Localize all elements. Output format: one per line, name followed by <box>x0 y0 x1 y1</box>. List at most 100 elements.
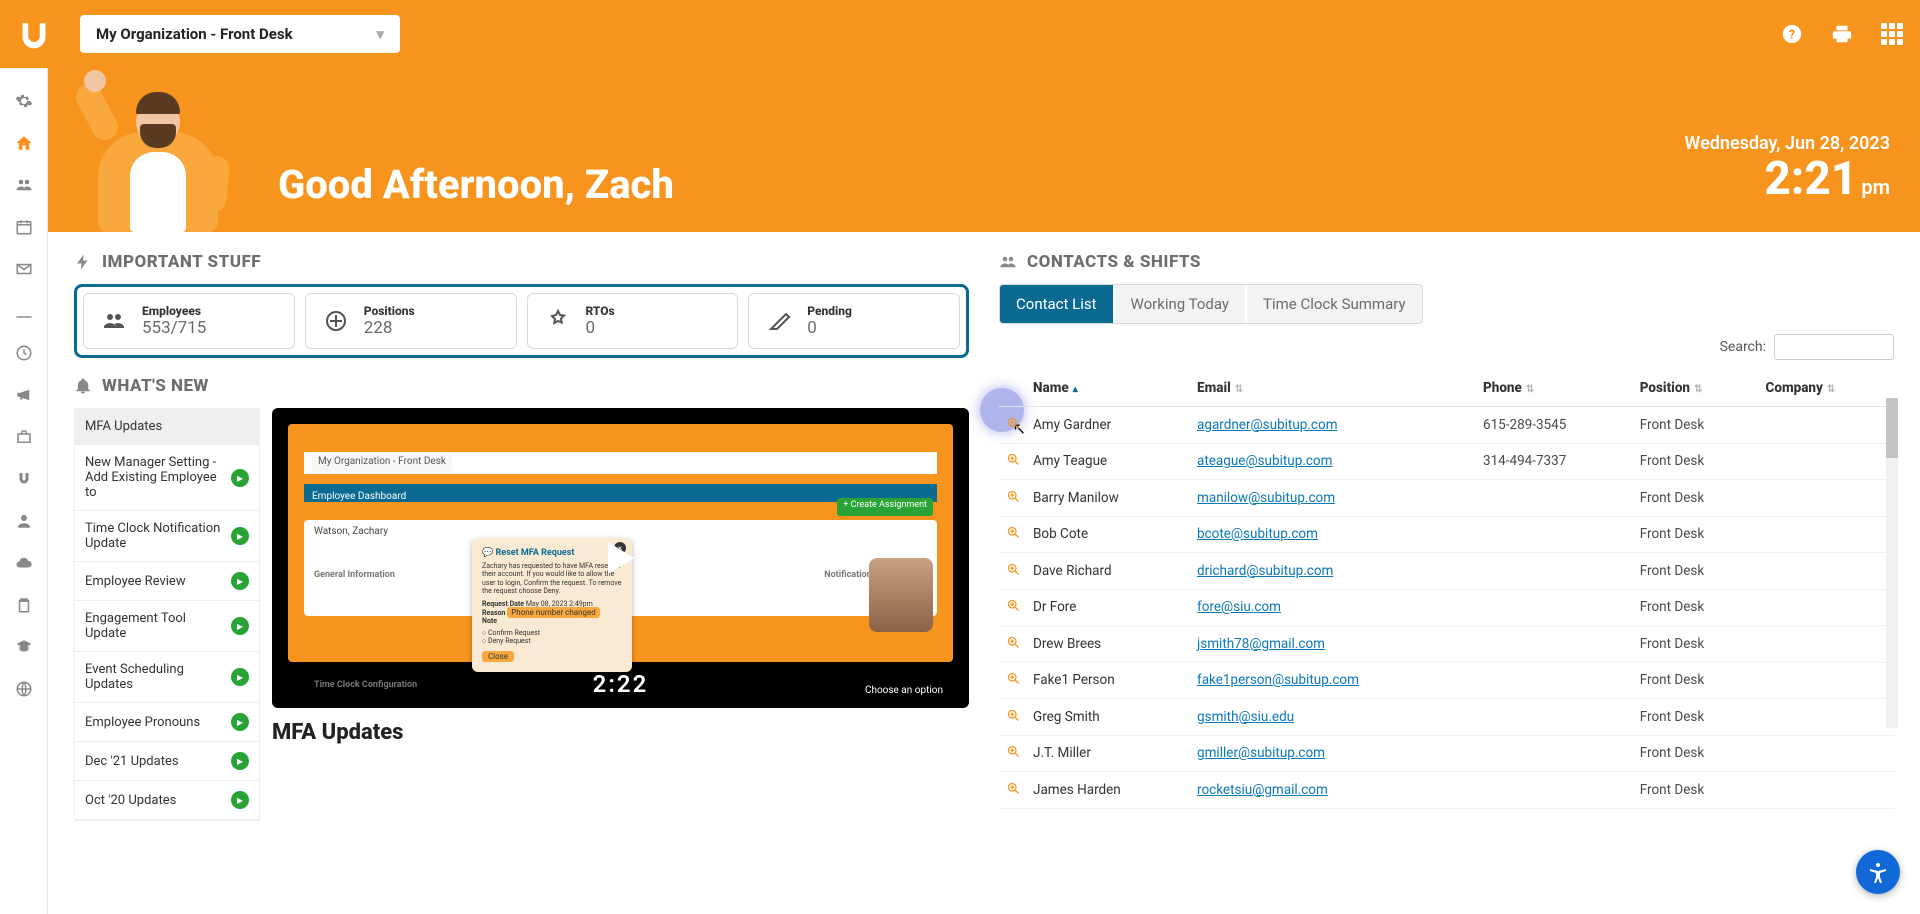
col-company[interactable]: Company⇅ <box>1759 370 1894 407</box>
contacts-table: Name▴ Email⇅ Phone⇅ Position⇅ Company⇅ A… <box>999 370 1894 809</box>
nav-mail[interactable] <box>0 248 47 290</box>
cell-email: gmiller@subitup.com <box>1191 735 1477 772</box>
email-link[interactable]: gsmith@siu.edu <box>1197 709 1294 725</box>
email-link[interactable]: ateague@subitup.com <box>1197 453 1332 469</box>
nav-settings[interactable] <box>0 80 47 122</box>
table-row: Fake1 Person fake1person@subitup.com Fro… <box>999 662 1894 699</box>
whatsnew-item[interactable]: Dec '21 Updates▸ <box>75 742 259 781</box>
apps-icon[interactable] <box>1880 22 1904 46</box>
stat-pending[interactable]: Pending0 <box>748 293 960 349</box>
whatsnew-item[interactable]: Event Scheduling Updates▸ <box>75 652 259 703</box>
whatsnew-video[interactable]: My Organization - Front Desk Employee Da… <box>272 408 969 708</box>
cell-company <box>1759 699 1894 736</box>
whatsnew-item[interactable]: Employee Review▸ <box>75 562 259 601</box>
cell-phone <box>1477 735 1634 772</box>
email-link[interactable]: agardner@subitup.com <box>1197 417 1338 433</box>
tab-time-clock-summary[interactable]: Time Clock Summary <box>1247 285 1422 323</box>
nav-clipboard[interactable] <box>0 584 47 626</box>
nav-cloud[interactable] <box>0 542 47 584</box>
col-phone[interactable]: Phone⇅ <box>1477 370 1634 407</box>
people-icon <box>999 253 1017 271</box>
whatsnew-item-label: New Manager Setting - Add Existing Emplo… <box>85 455 225 500</box>
nav-graduation[interactable] <box>0 626 47 668</box>
view-icon[interactable] <box>1005 671 1021 687</box>
nav-analytics[interactable] <box>0 290 47 332</box>
email-link[interactable]: gmiller@subitup.com <box>1197 745 1325 761</box>
email-link[interactable]: bcote@subitup.com <box>1197 526 1318 542</box>
accessibility-button[interactable] <box>1856 850 1900 894</box>
scrollbar-thumb[interactable] <box>1886 398 1898 458</box>
print-icon[interactable] <box>1830 22 1854 46</box>
table-scrollbar[interactable] <box>1886 398 1898 728</box>
whatsnew-item[interactable]: Employee Pronouns▸ <box>75 703 259 742</box>
whatsnew-item[interactable]: Oct '20 Updates▸ <box>75 781 259 820</box>
cell-phone <box>1477 589 1634 626</box>
col-name[interactable]: Name▴ <box>1027 370 1191 407</box>
video-time: 2:22 <box>593 670 649 698</box>
view-icon[interactable] <box>1005 561 1021 577</box>
stat-rtos[interactable]: RTOs0 <box>527 293 739 349</box>
table-row: Drew Brees jsmith78@gmail.com Front Desk <box>999 626 1894 663</box>
org-label: My Organization - Front Desk <box>96 25 293 43</box>
play-icon <box>608 542 634 574</box>
bell-icon <box>74 377 92 395</box>
nav-people[interactable] <box>0 164 47 206</box>
time-text: 2:21 <box>1764 152 1857 206</box>
email-link[interactable]: manilow@subitup.com <box>1197 490 1335 506</box>
cell-name: Bob Cote <box>1027 516 1191 553</box>
tab-working-today[interactable]: Working Today <box>1115 285 1246 323</box>
tab-contact-list[interactable]: Contact List <box>1000 285 1113 323</box>
nav-home[interactable] <box>0 122 47 164</box>
cell-position: Front Desk <box>1634 480 1760 517</box>
nav-calendar[interactable] <box>0 206 47 248</box>
view-icon[interactable] <box>1005 744 1021 760</box>
chevron-right-icon: ▸ <box>231 572 249 590</box>
whatsnew-item[interactable]: Time Clock Notification Update▸ <box>75 511 259 562</box>
whatsnew-item[interactable]: MFA Updates <box>75 409 259 445</box>
whatsnew-article-title: MFA Updates <box>272 720 969 745</box>
view-icon[interactable] <box>1005 780 1021 796</box>
stat-positions[interactable]: Positions228 <box>305 293 517 349</box>
view-icon[interactable] <box>1005 634 1021 650</box>
email-link[interactable]: fake1person@subitup.com <box>1197 672 1359 688</box>
search-input[interactable] <box>1774 334 1894 360</box>
nav-time[interactable] <box>0 332 47 374</box>
stat-employees[interactable]: Employees553/715 <box>83 293 295 349</box>
whatsnew-item[interactable]: New Manager Setting - Add Existing Emplo… <box>75 445 259 511</box>
view-icon[interactable] <box>1005 525 1021 541</box>
logo[interactable] <box>16 16 52 52</box>
col-email[interactable]: Email⇅ <box>1191 370 1477 407</box>
cell-phone <box>1477 516 1634 553</box>
email-link[interactable]: drichard@subitup.com <box>1197 563 1333 579</box>
whatsnew-item-label: Oct '20 Updates <box>85 793 176 808</box>
col-position[interactable]: Position⇅ <box>1634 370 1760 407</box>
view-icon[interactable] <box>1005 707 1021 723</box>
help-icon[interactable]: ? <box>1780 22 1804 46</box>
email-link[interactable]: jsmith78@gmail.com <box>1197 636 1325 652</box>
cell-company <box>1759 662 1894 699</box>
whatsnew-item-label: MFA Updates <box>85 419 162 434</box>
whatsnew-item[interactable]: Engagement Tool Update▸ <box>75 601 259 652</box>
nav-announce[interactable] <box>0 374 47 416</box>
cell-company <box>1759 516 1894 553</box>
cell-email: jsmith78@gmail.com <box>1191 626 1477 663</box>
cell-name: Dr Fore <box>1027 589 1191 626</box>
nav-magnet[interactable] <box>0 458 47 500</box>
nav-briefcase[interactable] <box>0 416 47 458</box>
view-icon[interactable] <box>1005 452 1021 468</box>
email-link[interactable]: fore@siu.com <box>1197 599 1281 615</box>
cell-position: Front Desk <box>1634 407 1760 444</box>
cell-name: Dave Richard <box>1027 553 1191 590</box>
view-icon[interactable] <box>1005 488 1021 504</box>
org-selector[interactable]: My Organization - Front Desk ▾ <box>80 15 400 53</box>
cell-email: fake1person@subitup.com <box>1191 662 1477 699</box>
nav-globe[interactable] <box>0 668 47 710</box>
view-icon[interactable] <box>1005 415 1021 431</box>
nav-user[interactable] <box>0 500 47 542</box>
cell-phone: 615-289-3545 <box>1477 407 1634 444</box>
cell-phone <box>1477 480 1634 517</box>
view-icon[interactable] <box>1005 598 1021 614</box>
ampm-text: pm <box>1861 175 1890 199</box>
email-link[interactable]: rocketsiu@gmail.com <box>1197 782 1328 798</box>
whatsnew-item-label: Time Clock Notification Update <box>85 521 225 551</box>
